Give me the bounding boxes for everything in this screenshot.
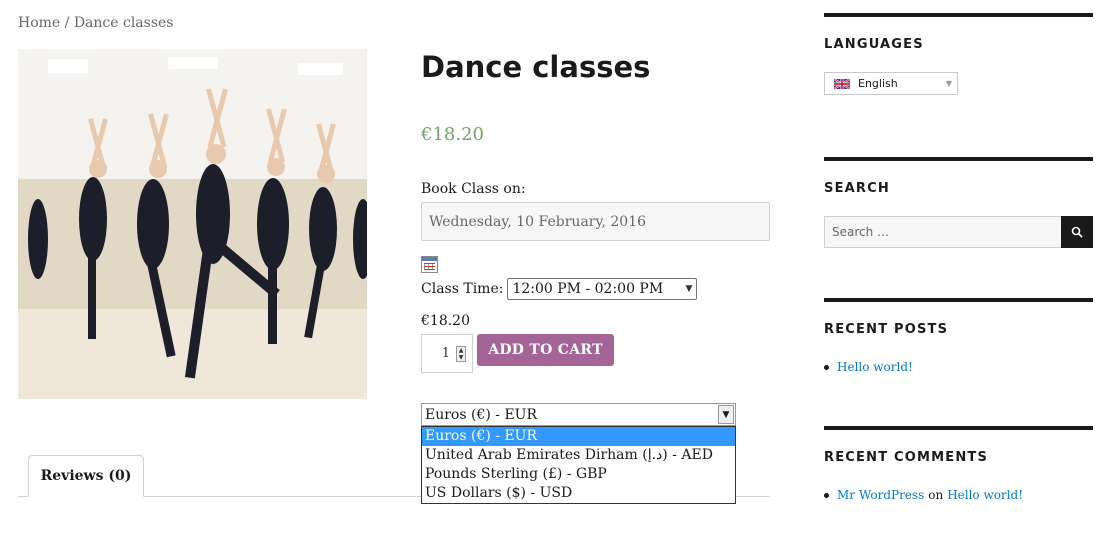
product-title: Dance classes [421,50,651,84]
quantity-stepper[interactable]: 1 ▲ ▼ [421,334,473,373]
spin-up-icon[interactable]: ▲ [457,347,465,354]
search-input[interactable]: Search … [824,216,1061,248]
class-time-label: Class Time: [421,281,504,297]
calendar-icon[interactable] [421,256,438,273]
languages-title: LANGUAGES [824,37,924,52]
recent-posts-title: RECENT POSTS [824,322,949,337]
language-select[interactable]: English ▼ [824,72,958,95]
recent-posts-list: Hello world! [824,360,1093,374]
recent-comments-title: RECENT COMMENTS [824,450,989,465]
book-class-label: Book Class on: [421,181,526,197]
widget-divider [824,13,1093,17]
add-to-cart-button[interactable]: ADD TO CART [477,334,614,366]
breadcrumb-separator: / [60,15,74,31]
breadcrumb-current: Dance classes [73,15,174,31]
breadcrumb: Home / Dance classes [18,15,174,31]
dance-class-photo [18,49,367,399]
widget-divider [824,298,1093,302]
search-button[interactable] [1061,216,1093,248]
product-price: €18.20 [421,124,484,145]
booking-date-input[interactable] [421,202,770,241]
class-time-row: Class Time: 12:00 PM - 02:00 PM ▼ [421,278,698,300]
comment-author-link[interactable]: Mr WordPress [837,488,924,502]
class-time-select[interactable]: 12:00 PM - 02:00 PM ▼ [507,278,698,300]
languages-widget: LANGUAGES English ▼ [824,13,1093,103]
list-item: Hello world! [824,360,1093,374]
widget-divider [824,426,1093,430]
chevron-down-icon: ▼ [685,284,693,294]
currency-option-gbp[interactable]: Pounds Sterling (£) - GBP [422,465,735,484]
recent-post-link[interactable]: Hello world! [837,360,913,374]
recent-comments-list: Mr WordPress on Hello world! [824,488,1093,502]
chevron-down-icon[interactable]: ▼ [718,405,734,424]
bullet [824,492,829,498]
spin-down-icon[interactable]: ▼ [457,354,465,361]
comment-on-text: on [928,488,944,502]
class-time-value: 12:00 PM - 02:00 PM [512,281,664,297]
widget-divider [824,157,1093,161]
comment-post-link[interactable]: Hello world! [947,488,1023,502]
currency-dropdown-list: Euros (€) - EUR United Arab Emirates Dir… [421,426,736,504]
currency-option-aed[interactable]: United Arab Emirates Dirham (د.إ) - AED [422,446,735,465]
chevron-down-icon: ▼ [945,79,952,88]
variation-price: €18.20 [421,313,470,329]
quantity-value: 1 [441,346,450,361]
quantity-spinner[interactable]: ▲ ▼ [456,345,466,362]
currency-option-eur[interactable]: Euros (€) - EUR [422,427,735,446]
product-image[interactable] [18,49,367,399]
search-widget: SEARCH Search … [824,157,1093,252]
tab-reviews[interactable]: Reviews (0) [28,455,144,497]
language-selected: English [858,77,898,90]
list-item: Mr WordPress on Hello world! [824,488,1093,502]
recent-comments-widget: RECENT COMMENTS Mr WordPress on Hello wo… [824,426,1093,502]
recent-posts-widget: RECENT POSTS Hello world! [824,298,1093,374]
uk-flag-icon [834,78,850,89]
search-icon [1071,226,1083,238]
bullet [824,364,829,370]
currency-select[interactable]: Euros (€) - EUR ▼ [421,403,736,426]
currency-selected-value: Euros (€) - EUR [425,406,538,423]
currency-option-usd[interactable]: US Dollars ($) - USD [422,484,735,503]
search-title: SEARCH [824,181,890,196]
breadcrumb-home-link[interactable]: Home [18,15,60,31]
